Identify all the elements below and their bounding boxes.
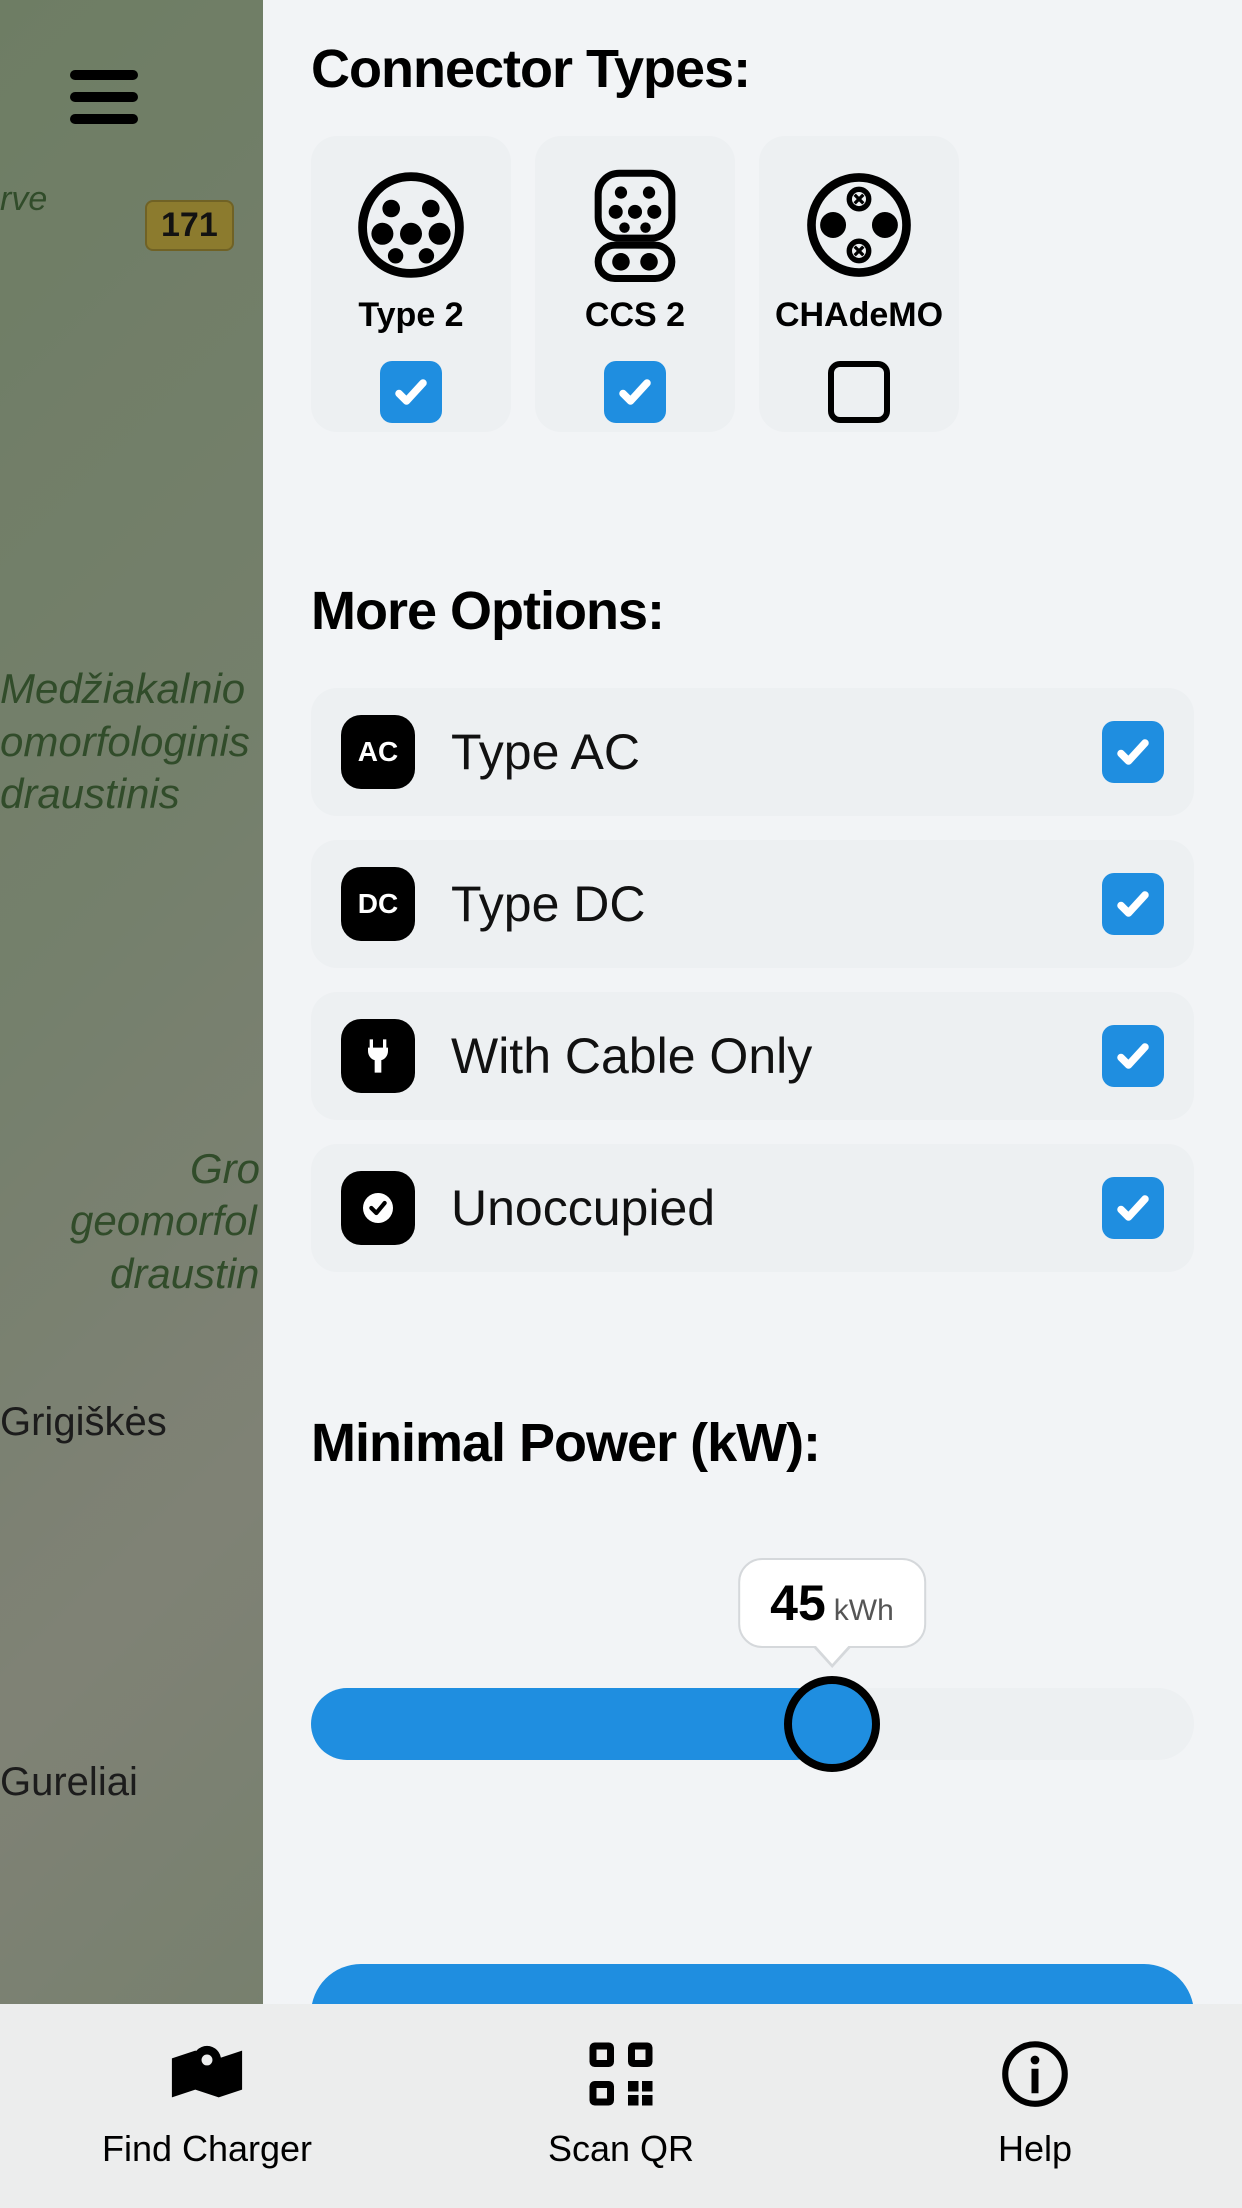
connector-card-type2[interactable]: Type 2: [311, 136, 511, 432]
slider-value: 45: [770, 1574, 826, 1632]
check-circle-icon: [341, 1171, 415, 1245]
connector-types-title: Connector Types:: [311, 38, 1194, 100]
tab-label: Find Charger: [102, 2128, 312, 2170]
tab-find-charger[interactable]: Find Charger: [0, 2004, 414, 2208]
ccs2-connector-icon: [580, 170, 690, 280]
filter-panel: Connector Types: Type 2: [263, 0, 1242, 2004]
connector-checkbox-type2[interactable]: [380, 361, 442, 423]
tab-label: Help: [998, 2128, 1072, 2170]
option-row-unoccupied[interactable]: Unoccupied: [311, 1144, 1194, 1272]
connector-list: Type 2 CCS 2: [311, 136, 1194, 432]
bottom-tab-bar: Find Charger Scan QR: [0, 2004, 1242, 2208]
slider-thumb[interactable]: [784, 1676, 880, 1772]
slider-value-tooltip: 45 kWh: [738, 1558, 926, 1648]
slider-unit: kWh: [834, 1594, 894, 1628]
connector-checkbox-chademo[interactable]: [828, 361, 890, 423]
connector-label: CCS 2: [585, 296, 685, 335]
option-checkbox-cable[interactable]: [1102, 1025, 1164, 1087]
apply-button[interactable]: [311, 1964, 1194, 2004]
tab-help[interactable]: Help: [828, 2004, 1242, 2208]
power-slider[interactable]: 45 kWh: [311, 1602, 1194, 1782]
connector-label: Type 2: [358, 296, 463, 335]
option-label: With Cable Only: [451, 1027, 1102, 1085]
chademo-connector-icon: [804, 170, 914, 280]
menu-icon[interactable]: [70, 70, 138, 124]
connector-card-ccs2[interactable]: CCS 2: [535, 136, 735, 432]
connector-checkbox-ccs2[interactable]: [604, 361, 666, 423]
ac-icon: AC: [341, 715, 415, 789]
more-options-title: More Options:: [311, 580, 1194, 642]
options-list: AC Type AC DC Type DC: [311, 688, 1194, 1272]
option-checkbox-ac[interactable]: [1102, 721, 1164, 783]
map-pin-icon: [168, 2042, 246, 2106]
minimal-power-title: Minimal Power (kW):: [311, 1412, 1194, 1474]
option-checkbox-dc[interactable]: [1102, 873, 1164, 935]
tab-label: Scan QR: [548, 2128, 694, 2170]
slider-fill: [311, 1688, 832, 1760]
plug-icon: [341, 1019, 415, 1093]
option-row-type-dc[interactable]: DC Type DC: [311, 840, 1194, 968]
option-label: Unoccupied: [451, 1179, 1102, 1237]
option-row-cable-only[interactable]: With Cable Only: [311, 992, 1194, 1120]
dc-icon: DC: [341, 867, 415, 941]
option-label: Type AC: [451, 723, 1102, 781]
qr-icon: [582, 2042, 660, 2106]
connector-card-chademo[interactable]: CHAdeMO: [759, 136, 959, 432]
option-checkbox-unoccupied[interactable]: [1102, 1177, 1164, 1239]
option-label: Type DC: [451, 875, 1102, 933]
info-icon: [996, 2042, 1074, 2106]
connector-label: CHAdeMO: [775, 296, 943, 335]
option-row-type-ac[interactable]: AC Type AC: [311, 688, 1194, 816]
tab-scan-qr[interactable]: Scan QR: [414, 2004, 828, 2208]
type2-connector-icon: [356, 170, 466, 280]
